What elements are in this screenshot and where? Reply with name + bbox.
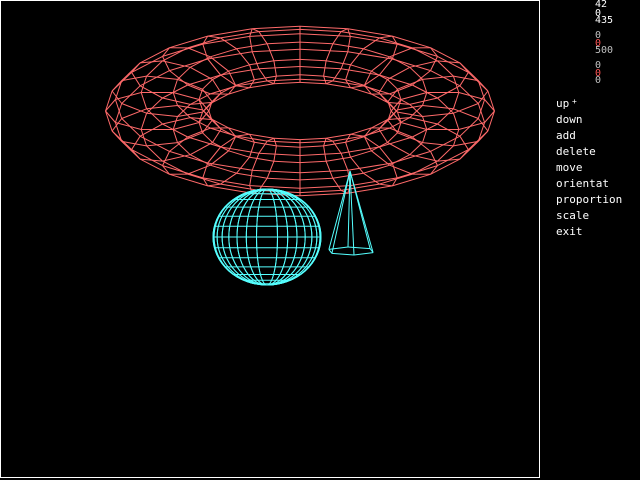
- menu-proportion[interactable]: proportion: [556, 192, 622, 208]
- menu-orientat[interactable]: orientat: [556, 176, 622, 192]
- readout-value: 435: [595, 15, 614, 26]
- menu-add[interactable]: add: [556, 128, 622, 144]
- wireframe-scene[interactable]: [1, 1, 541, 479]
- readout-value: 0: [595, 75, 602, 86]
- sphere-wireframe[interactable]: [212, 188, 322, 286]
- menu-down[interactable]: down: [556, 112, 622, 128]
- mouse-cursor-icon: +: [572, 97, 577, 106]
- command-menu: up down add delete move orientat proportion sca…: [556, 96, 622, 240]
- 3d-viewport[interactable]: [0, 0, 540, 478]
- menu-delete[interactable]: delete: [556, 144, 622, 160]
- sidebar-panel: 42 0 435 0 0 500 0 0 0 up down add delete move orient…: [542, 0, 640, 480]
- menu-move[interactable]: move: [556, 160, 622, 176]
- menu-exit[interactable]: exit: [556, 224, 622, 240]
- cone-wireframe[interactable]: [328, 170, 374, 256]
- readout-value: 500: [595, 45, 614, 56]
- menu-scale[interactable]: scale: [556, 208, 622, 224]
- menu-up[interactable]: up: [556, 96, 622, 112]
- torus-wireframe[interactable]: [105, 25, 495, 197]
